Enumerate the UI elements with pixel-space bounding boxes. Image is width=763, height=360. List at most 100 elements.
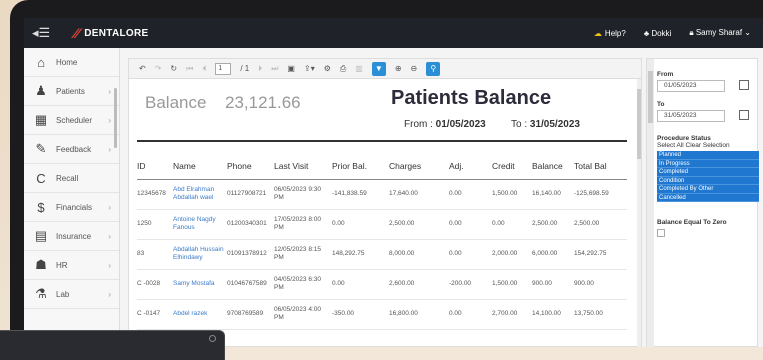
table-cell: Abdel razek xyxy=(173,299,227,330)
settings-icon[interactable]: ⚙ xyxy=(324,64,331,73)
sidebar-item-home[interactable]: ⌂ Home xyxy=(24,48,119,77)
table-cell: 154,292.75 xyxy=(574,239,627,270)
zero-balance-checkbox[interactable] xyxy=(657,229,665,237)
status-option[interactable]: Completed By Other xyxy=(657,185,759,194)
group-icon: ☗ xyxy=(35,257,47,272)
help-link[interactable]: ☁ Help? xyxy=(594,29,626,38)
page-input[interactable]: 1 xyxy=(215,62,232,75)
sidebar-item-hr[interactable]: ☗ HR › xyxy=(24,251,119,280)
filter-icon[interactable]: ▼ xyxy=(371,61,386,76)
redo-icon[interactable]: ↷ xyxy=(155,64,162,73)
sidebar-item-recall[interactable]: C Recall xyxy=(24,164,119,193)
table-cell: 06/05/2023 9:30 PM xyxy=(274,179,332,210)
chevron-down-icon: ⌄ xyxy=(744,28,751,37)
table-cell: 0.00 xyxy=(449,209,492,240)
zoom-out-icon[interactable]: ⊖ xyxy=(411,64,418,73)
chevron-right-icon: › xyxy=(108,202,111,212)
balance-table: ID Name Phone Last Visit Prior Bal. Char… xyxy=(137,153,627,330)
status-option[interactable]: Completed xyxy=(657,168,759,177)
save-icon[interactable]: ▣ xyxy=(287,64,295,73)
clinic-selector[interactable]: ♣ Dokki xyxy=(644,29,672,38)
scrollbar-thumb[interactable] xyxy=(648,71,653,123)
report-page: Balance 23,121.66 Patients Balance From … xyxy=(129,79,641,347)
clinic-label: Dokki xyxy=(651,28,672,38)
last-page-icon[interactable]: ⏭ xyxy=(271,64,278,74)
app-screen: ◂☰ ⁄⁄ DENTALORE ☁ Help? ♣ Dokki 🔒︎ Samy S… xyxy=(24,18,763,347)
table-cell: 0.00 xyxy=(449,239,492,270)
sidebar-item-patients[interactable]: ♟ Patients › xyxy=(24,77,119,106)
chat-icon: ✎ xyxy=(35,141,47,156)
sidebar-item-label: Insurance xyxy=(56,231,92,241)
overlay-window[interactable] xyxy=(0,330,225,360)
print-icon[interactable]: ⎙ xyxy=(340,64,346,74)
table-row[interactable]: 12345678 Abd Elrahman Abdallah wael 011279… xyxy=(137,179,627,210)
status-filter: Procedure Status Select All Clear Select… xyxy=(657,135,759,202)
table-row[interactable]: C -0028 Samy Mostafa 01046767589 04/05/2023… xyxy=(137,269,627,300)
dentalore-logo-icon: ⁄⁄ xyxy=(74,25,80,41)
column-header: Credit xyxy=(492,153,532,180)
table-cell: 1,500.00 xyxy=(492,269,532,300)
to-filter-label: To xyxy=(657,101,665,108)
table-cell: 1250 xyxy=(137,209,173,240)
report-scrollbar[interactable] xyxy=(637,79,641,347)
home-icon: ⌂ xyxy=(37,54,45,70)
balance-label: Balance xyxy=(145,93,207,112)
zero-balance-filter: Balance Equal To Zero xyxy=(657,219,727,237)
refresh-icon[interactable]: ↻ xyxy=(170,64,177,73)
table-cell: 2,000.00 xyxy=(492,239,532,270)
to-date-input[interactable]: 31/05/2023 xyxy=(657,110,725,122)
sidebar-item-feedback[interactable]: ✎ Feedback › xyxy=(24,135,119,164)
column-header: Last Visit xyxy=(274,153,332,180)
from-label: From : xyxy=(404,119,433,130)
brand[interactable]: ⁄⁄ DENTALORE xyxy=(74,25,148,41)
status-filter-label: Procedure Status xyxy=(657,135,711,142)
scrollbar-thumb[interactable] xyxy=(637,89,641,159)
menu-toggle-icon[interactable]: ◂☰ xyxy=(32,25,56,41)
calendar-icon: ▦ xyxy=(34,112,48,127)
table-cell: 16,800.00 xyxy=(389,299,449,330)
sidebar-item-scheduler[interactable]: ▦ Scheduler › xyxy=(24,106,119,135)
search-icon[interactable]: ⚲ xyxy=(426,61,441,76)
status-option[interactable]: In Progress xyxy=(657,159,759,168)
sidebar-scrollbar[interactable] xyxy=(114,88,117,148)
page-total: / 1 xyxy=(240,64,250,73)
calendar-icon[interactable] xyxy=(739,110,749,120)
user-menu[interactable]: 🔒︎ Samy Sharaf ⌄ xyxy=(689,28,751,38)
table-cell: Abd Elrahman Abdallah wael xyxy=(173,179,227,210)
table-cell: 14,100.00 xyxy=(532,299,574,330)
from-date-input[interactable]: 01/05/2023 xyxy=(657,80,725,92)
calendar-icon[interactable] xyxy=(739,80,749,90)
table-row[interactable]: 1250 Antoine Nagdy Fanous 01200340301 17/05… xyxy=(137,209,627,240)
sidebar-item-label: Lab xyxy=(56,289,70,299)
table-cell: -350.00 xyxy=(332,299,389,330)
filter-scrollbar[interactable] xyxy=(647,59,654,347)
table-row[interactable]: 83 Abdallah Hussain Elhindawy 01091378912 1… xyxy=(137,239,627,270)
status-option[interactable]: Cancelled xyxy=(657,193,759,202)
sidebar-item-lab[interactable]: ⚗ Lab › xyxy=(24,280,119,309)
column-header: Prior Bal. xyxy=(332,153,389,180)
brand-name: DENTALORE xyxy=(84,27,149,39)
export-icon[interactable]: ⇪▾ xyxy=(304,64,315,73)
status-option[interactable]: Planned xyxy=(657,151,759,160)
table-header-row: ID Name Phone Last Visit Prior Bal. Char… xyxy=(137,153,627,180)
undo-icon[interactable]: ↶ xyxy=(139,64,146,73)
to-filter: To 31/05/2023 xyxy=(657,101,749,122)
window-control-icon[interactable] xyxy=(209,335,216,342)
next-page-icon[interactable]: ⏵ xyxy=(258,64,262,74)
status-option[interactable]: Condition xyxy=(657,176,759,185)
sidebar-item-insurance[interactable]: ▤ Insurance › xyxy=(24,222,119,251)
prev-page-icon[interactable]: ⏴ xyxy=(202,64,206,74)
select-all-clear-links[interactable]: Select All Clear Selection xyxy=(657,142,759,149)
status-listbox[interactable]: Planned In Progress Completed Condition … xyxy=(657,151,759,202)
chevron-right-icon: › xyxy=(108,289,111,299)
chevron-right-icon: › xyxy=(108,231,111,241)
person-icon: ♟ xyxy=(35,83,47,98)
document-map-icon[interactable]: ▥ xyxy=(355,64,363,73)
from-filter: From 01/05/2023 xyxy=(657,71,749,92)
table-cell: -141,838.59 xyxy=(332,179,389,210)
table-cell: -125,698.59 xyxy=(574,179,627,210)
first-page-icon[interactable]: ⏮ xyxy=(186,64,193,74)
sidebar-item-financials[interactable]: $ Financials › xyxy=(24,193,119,222)
zoom-in-icon[interactable]: ⊕ xyxy=(395,64,402,73)
table-row[interactable]: C -0147 Abdel razek 9708769589 06/05/2023 4… xyxy=(137,299,627,330)
